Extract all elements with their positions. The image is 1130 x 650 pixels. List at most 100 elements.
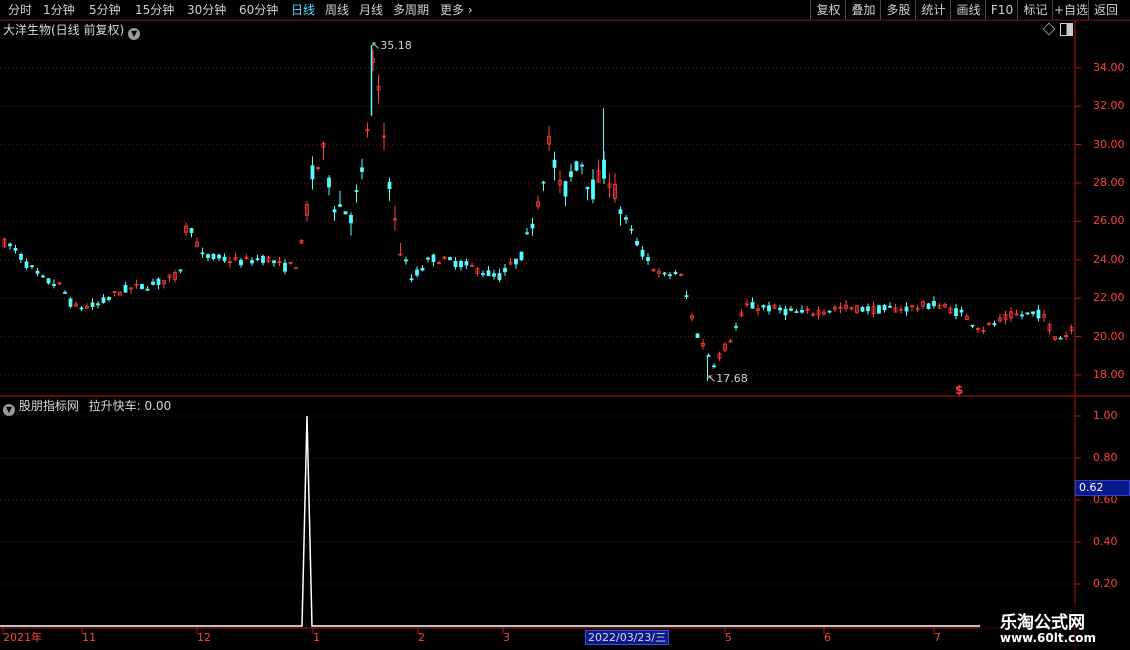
candle-body-32: [178, 269, 183, 272]
date-label-0: 2021年: [3, 631, 42, 644]
candle-body-139: [767, 305, 771, 312]
candle-body-34: [189, 228, 194, 233]
candle-body-117: [646, 257, 650, 261]
date-label-6: 5: [725, 631, 732, 644]
candle-body-185: [1020, 314, 1024, 317]
candle-body-64: [354, 190, 359, 192]
price-tick-8: 18.00: [1093, 368, 1125, 381]
candle-body-43: [239, 259, 243, 266]
candle-body-94: [519, 251, 524, 261]
date-label-3: 1: [313, 631, 320, 644]
candle-body-7: [41, 275, 45, 278]
candle-body-70: [387, 181, 392, 190]
candle-body-105: [580, 164, 584, 167]
candle-body-82: [453, 260, 458, 268]
candle-body-81: [448, 257, 452, 261]
current-value-tag: 0.62: [1075, 480, 1130, 496]
candle-body-56: [310, 165, 315, 180]
candle-body-116: [640, 249, 645, 257]
candle-body-145: [800, 309, 804, 313]
candle-body-95: [525, 232, 529, 235]
candle-body-112: [618, 209, 623, 214]
indicator-tick-1: 0.80: [1093, 451, 1118, 464]
chart-canvas[interactable]: [0, 0, 1130, 650]
candle-body-63: [349, 214, 353, 224]
candle-body-144: [794, 311, 799, 314]
candle-body-113: [624, 217, 628, 220]
price-tick-4: 26.00: [1093, 214, 1125, 228]
candle-body-157: [866, 306, 870, 312]
low-price-label: ↖17.68: [707, 372, 748, 385]
candle-body-87: [481, 273, 485, 276]
candle-body-159: [877, 305, 881, 314]
date-label-8: 7: [934, 631, 941, 644]
candle-body-88: [486, 270, 491, 277]
candle-body-138: [761, 305, 766, 308]
candle-body-133: [734, 325, 738, 328]
candle-body-36: [200, 252, 205, 255]
candle-body-156: [860, 306, 865, 312]
candle-body-74: [409, 278, 414, 281]
candle-body-17: [96, 303, 100, 306]
indicator-line: [0, 415, 980, 627]
indicator-tick-0: 1.00: [1093, 409, 1118, 422]
candle-body-176: [970, 324, 975, 327]
candle-body-9: [52, 284, 56, 286]
candle-body-65: [360, 167, 364, 172]
candle-body-19: [107, 297, 111, 300]
candle-body-2: [13, 248, 18, 251]
candle-body-16: [90, 302, 95, 307]
candle-body-122: [673, 272, 678, 275]
candle-body-26: [145, 288, 150, 291]
candle-body-160: [882, 304, 887, 311]
price-tick-5: 24.00: [1093, 252, 1125, 266]
candle-body-141: [778, 307, 782, 311]
candle-body-161: [888, 305, 892, 308]
candle-body-59: [327, 177, 331, 188]
candle-body-25: [140, 283, 144, 289]
candle-body-22: [123, 285, 128, 293]
candle-body-174: [959, 309, 964, 313]
watermark-title: 乐淘公式网: [1000, 613, 1085, 633]
indicator-tick-4: 0.20: [1093, 577, 1118, 590]
price-tick-7: 20.00: [1093, 329, 1125, 343]
candle-body-107: [591, 179, 595, 200]
date-label-5: 3: [503, 631, 510, 644]
candle-body-91: [503, 267, 507, 273]
candle-body-46: [255, 258, 260, 261]
candle-body-129: [712, 365, 716, 368]
candle-body-61: [338, 204, 342, 207]
candle-body-164: [904, 306, 909, 312]
candle-body-89: [492, 273, 496, 277]
price-tick-2: 30.00: [1093, 137, 1125, 151]
candle-body-14: [79, 307, 84, 310]
candle-body-73: [404, 259, 408, 262]
candle-body-27: [151, 281, 155, 285]
candle-body-40: [222, 256, 227, 262]
candle-body-115: [635, 240, 639, 246]
candle-body-187: [1031, 311, 1035, 314]
candle-body-4: [24, 261, 29, 268]
watermark-url: www.60lt.com: [1000, 631, 1097, 645]
candle-body-114: [629, 228, 634, 231]
candle-body-188: [1036, 309, 1041, 319]
candle-body-121: [668, 274, 672, 277]
price-tick-1: 32.00: [1093, 99, 1125, 113]
candle-body-75: [415, 269, 419, 276]
candle-body-12: [68, 298, 73, 307]
date-label-2: 12: [197, 631, 211, 644]
candle-body-6: [35, 270, 40, 274]
candle-body-142: [783, 308, 788, 316]
candle-body-143: [789, 308, 793, 311]
candle-body-49: [272, 260, 276, 264]
candle-body-168: [926, 303, 931, 310]
candle-body-47: [261, 255, 265, 263]
candle-body-60: [332, 209, 337, 213]
candle-body-102: [563, 181, 568, 197]
candle-body-103: [569, 171, 573, 178]
candle-body-11: [63, 291, 67, 294]
candle-body-104: [574, 161, 579, 171]
indicator-tick-3: 0.40: [1093, 535, 1118, 548]
candle-body-98: [541, 181, 546, 184]
candle-body-106: [585, 186, 590, 190]
